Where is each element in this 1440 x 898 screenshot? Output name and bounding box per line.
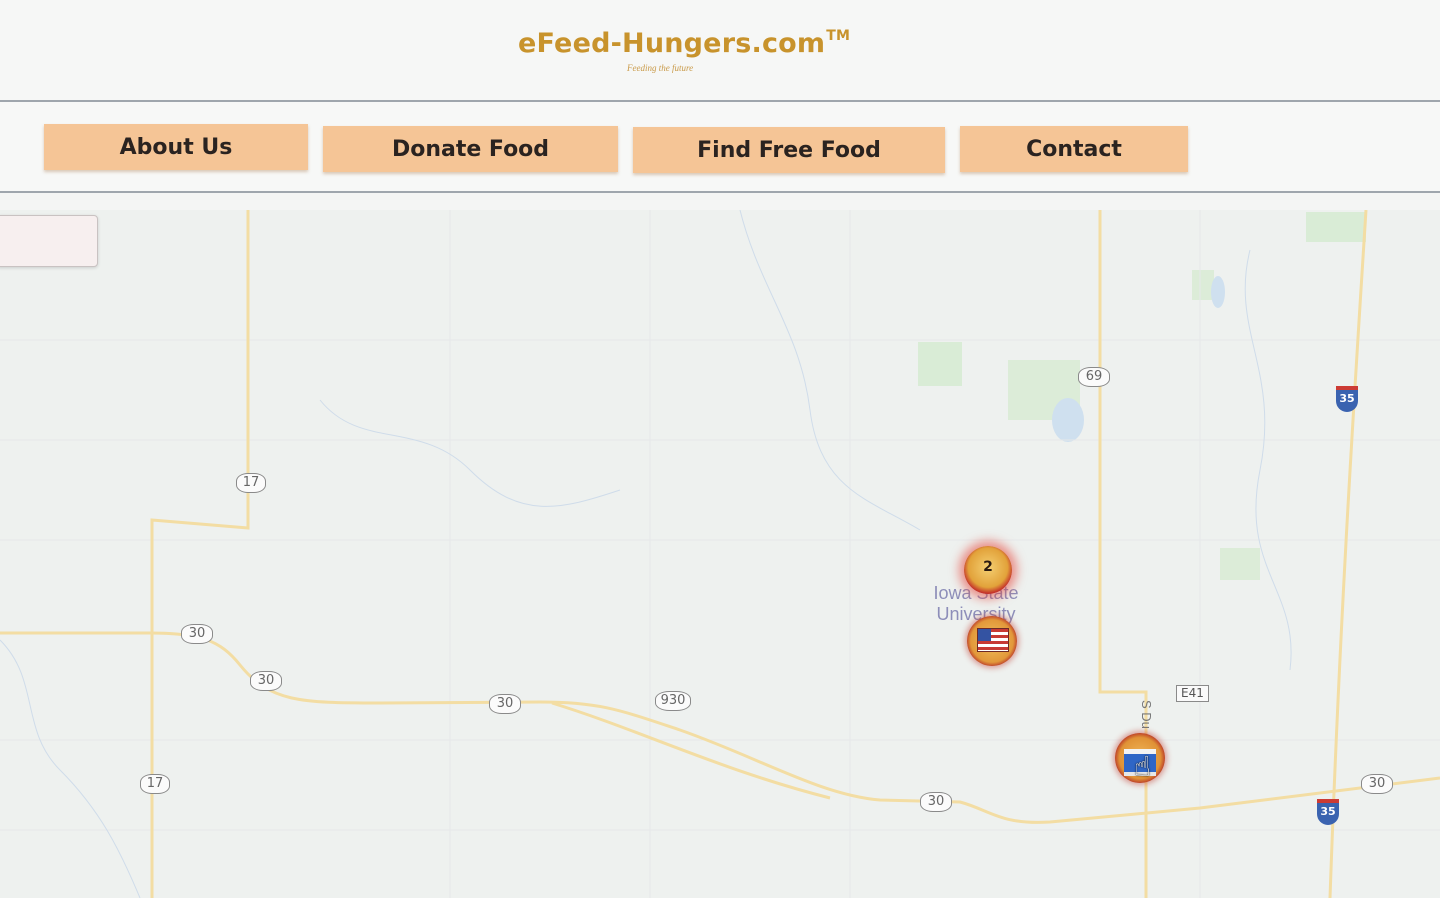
nav-find-free-food-button[interactable]: Find Free Food	[633, 127, 945, 173]
site-tagline: Feeding the future	[627, 63, 694, 73]
site-logo[interactable]: eFeed-Hungers.comTM	[518, 28, 850, 59]
park-area	[1220, 548, 1260, 580]
nav-donate-food-button[interactable]: Donate Food	[323, 126, 618, 172]
hand-cursor-icon: ☝	[1134, 750, 1152, 783]
route-17-shield: 17	[140, 774, 170, 794]
food-location-marker[interactable]	[967, 616, 1017, 666]
lake	[1211, 276, 1225, 308]
park-area	[918, 342, 962, 386]
logo-trademark: TM	[826, 28, 851, 44]
park-area	[1306, 212, 1366, 242]
nav-about-us-button[interactable]: About Us	[44, 124, 308, 170]
county-road-e41-label: E41	[1176, 685, 1209, 702]
route-30-shield: 30	[489, 694, 521, 714]
route-30-shield: 30	[181, 624, 213, 644]
route-17-shield: 17	[236, 473, 266, 493]
route-69-shield: 69	[1078, 367, 1110, 387]
us-flag-icon	[977, 628, 1009, 652]
nav-bar: About Us Donate Food Find Free Food Cont…	[0, 102, 1440, 192]
nav-contact-button[interactable]: Contact	[960, 126, 1188, 172]
route-30-shield: 30	[920, 792, 952, 812]
cluster-count: 2	[983, 559, 993, 575]
route-930-shield: 930	[655, 691, 691, 711]
nav-divider	[0, 191, 1440, 193]
map-control-box[interactable]	[0, 215, 98, 267]
logo-text: eFeed-Hungers.com	[518, 28, 826, 59]
cluster-marker[interactable]: 2	[964, 546, 1012, 594]
street-label: S Du	[1139, 700, 1154, 729]
streams	[0, 210, 1292, 898]
site-header: eFeed-Hungers.comTM Feeding the future	[0, 0, 1440, 100]
route-30-shield: 30	[250, 671, 282, 691]
interstate-35-shield: 35	[1336, 386, 1358, 412]
park-area	[1192, 270, 1214, 300]
route-30-shield: 30	[1361, 774, 1393, 794]
interstate-35-shield: 35	[1317, 799, 1339, 825]
map-view[interactable]: 17 30 30 30 930 30 17 69 30 35 35 E41 Io…	[0, 210, 1440, 898]
lake	[1052, 398, 1084, 442]
map-base-layer	[0, 210, 1440, 898]
